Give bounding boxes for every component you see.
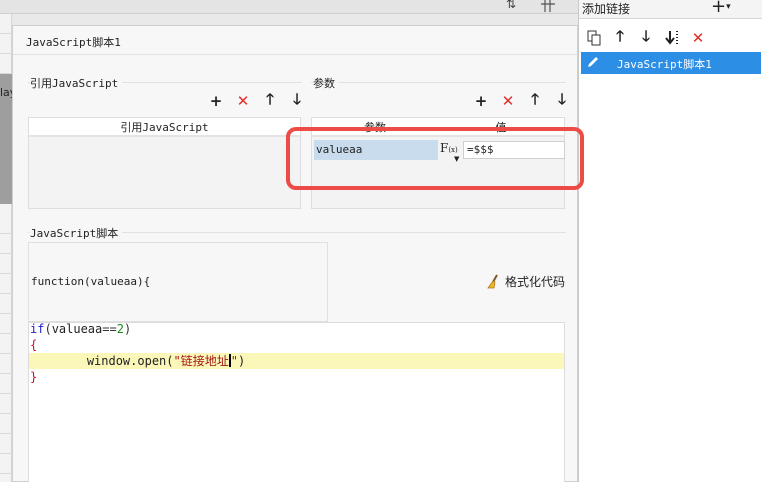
link-panel-header: 添加链接 +▾ (579, 0, 762, 19)
add-icon[interactable]: + (472, 92, 490, 110)
add-icon[interactable]: + (207, 92, 225, 110)
script-section-label: JavaScript脚本 (30, 225, 123, 241)
add-link-button[interactable]: +▾ (711, 0, 731, 17)
panel-title: 添加链接 (582, 2, 631, 16)
code-line: if(valueaa==2) (30, 322, 132, 336)
params-section-label: 参数 (313, 75, 339, 91)
copy-icon[interactable] (585, 29, 603, 47)
arrow-down-icon[interactable]: 🡓 (288, 90, 306, 110)
arrow-down-icon[interactable]: 🡓 (637, 27, 655, 47)
imports-section-label: 引用JavaScript (30, 75, 123, 91)
link-item-label: JavaScript脚本1 (617, 58, 712, 71)
link-toolbar: 🡑 🡓 ✕ (585, 27, 707, 48)
grid-icon (541, 0, 555, 12)
javascript-dialog: JavaScript脚本1 引用JavaScript + ✕ 🡑 🡓 引用Jav… (12, 25, 584, 482)
imports-column-header: 引用JavaScript (29, 118, 300, 137)
highlight-annotation (286, 127, 584, 190)
code-editor[interactable]: if(valueaa==2) { window.open("链接地址 ") } (28, 322, 565, 482)
pencil-icon (588, 57, 598, 67)
background-toolbar (0, 0, 578, 14)
broom-icon (487, 274, 498, 288)
link-panel: 添加链接 +▾ 🡑 🡓 ✕ JavaScript脚本1 (578, 0, 762, 482)
code-line: } (30, 370, 38, 384)
imports-toolbar: + ✕ 🡑 🡓 (207, 90, 306, 111)
link-list-item[interactable]: JavaScript脚本1 (581, 52, 761, 74)
arrow-up-icon[interactable]: 🡑 (526, 90, 544, 110)
imports-table[interactable]: 引用JavaScript (28, 117, 301, 209)
background-sheet-strip: lay (0, 14, 16, 482)
title-divider (13, 54, 577, 55)
arrow-up-icon[interactable]: 🡑 (261, 90, 279, 110)
code-line: { (30, 338, 38, 352)
function-signature: function(valueaa){ (31, 275, 151, 288)
arrow-up-icon[interactable]: 🡑 (611, 27, 629, 47)
format-code-label: 格式化代码 (505, 275, 566, 289)
delete-icon[interactable]: ✕ (689, 29, 707, 47)
sort-icon: ⇅ (506, 0, 517, 11)
delete-icon[interactable]: ✕ (499, 92, 517, 110)
function-signature-box: function(valueaa){ (28, 242, 328, 322)
delete-icon[interactable]: ✕ (234, 92, 252, 110)
params-toolbar: + ✕ 🡑 🡓 (472, 90, 571, 111)
code-line-active: window.open("链接地址 ") (29, 353, 564, 369)
dialog-title: JavaScript脚本1 (26, 36, 121, 49)
params-rule (311, 82, 566, 83)
format-code-button[interactable]: 格式化代码 (485, 273, 565, 290)
arrow-down-icon[interactable]: 🡓 (553, 90, 571, 110)
move-bottom-icon[interactable] (663, 29, 681, 47)
chevron-down-icon[interactable]: ▾ (726, 2, 731, 12)
